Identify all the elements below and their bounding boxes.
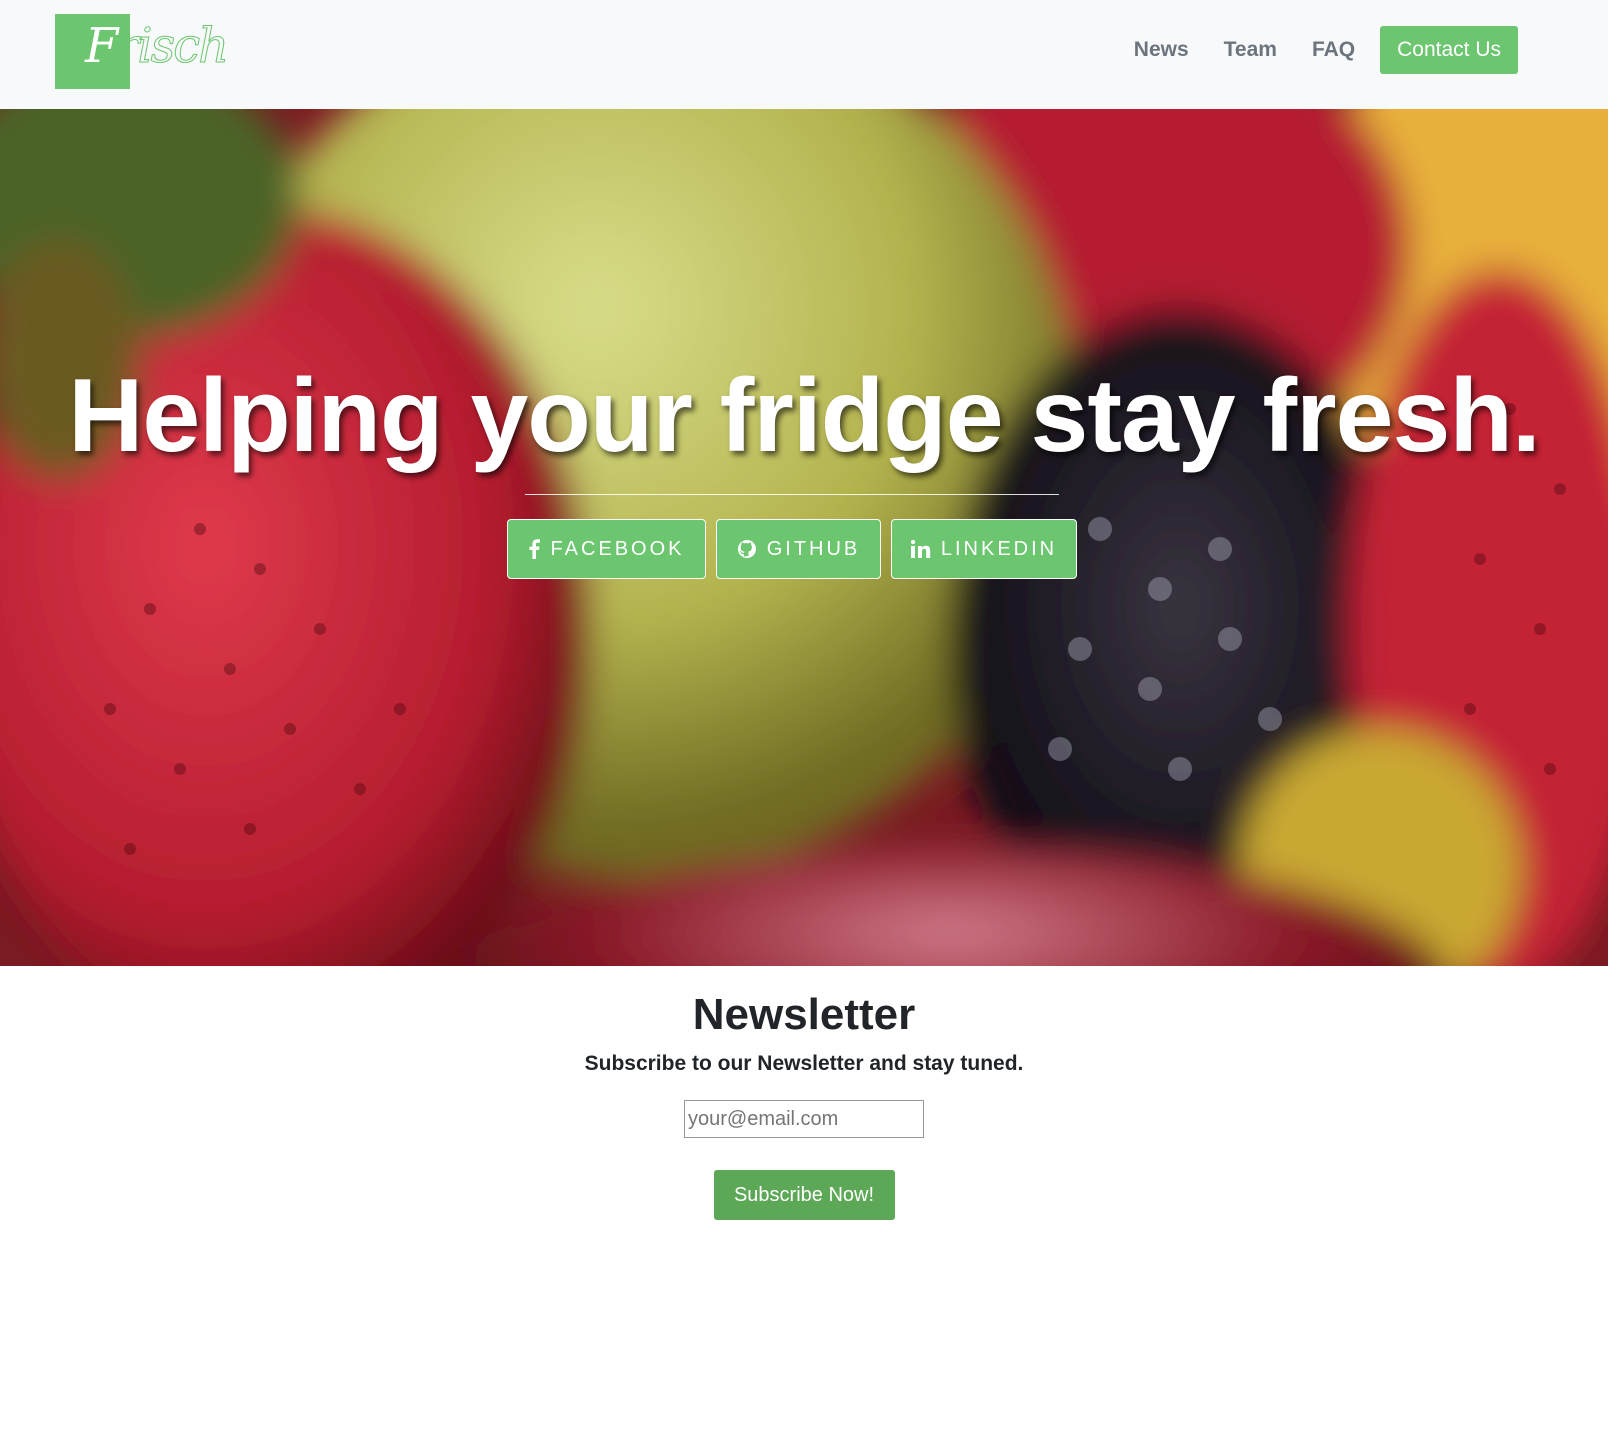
linkedin-icon	[910, 540, 931, 558]
social-buttons: FACEBOOK GITHUB LINKEDIN	[507, 519, 1087, 579]
subscribe-button[interactable]: Subscribe Now!	[713, 1170, 895, 1220]
facebook-label: FACEBOOK	[550, 537, 685, 560]
brand-logo[interactable]: Frisch	[55, 14, 230, 89]
newsletter-section: Newsletter Subscribe to our Newsletter a…	[0, 966, 1608, 1220]
linkedin-button[interactable]: LINKEDIN	[891, 519, 1077, 579]
logo-text: Frisch	[85, 18, 230, 75]
newsletter-title: Newsletter	[692, 990, 916, 1039]
nav-links: News Team FAQ Contact Us	[1134, 26, 1518, 74]
nav-link-team[interactable]: Team	[1224, 38, 1277, 62]
nav-link-faq[interactable]: FAQ	[1312, 38, 1355, 62]
linkedin-label: LINKEDIN	[940, 537, 1058, 560]
navbar: Frisch News Team FAQ Contact Us	[0, 0, 1608, 109]
github-icon	[737, 539, 757, 559]
contact-us-button[interactable]: Contact Us	[1380, 26, 1518, 74]
github-button[interactable]: GITHUB	[716, 519, 881, 579]
github-label: GITHUB	[766, 537, 861, 560]
hero-divider	[525, 494, 1059, 495]
email-input[interactable]	[684, 1100, 924, 1138]
newsletter-subtitle: Subscribe to our Newsletter and stay tun…	[584, 1052, 1024, 1075]
facebook-icon	[528, 539, 541, 559]
hero-section: Helping your fridge stay fresh. FACEBOOK…	[0, 109, 1608, 966]
hero-title: Helping your fridge stay fresh.	[68, 358, 1541, 474]
nav-link-news[interactable]: News	[1134, 38, 1189, 62]
facebook-button[interactable]: FACEBOOK	[507, 519, 706, 579]
